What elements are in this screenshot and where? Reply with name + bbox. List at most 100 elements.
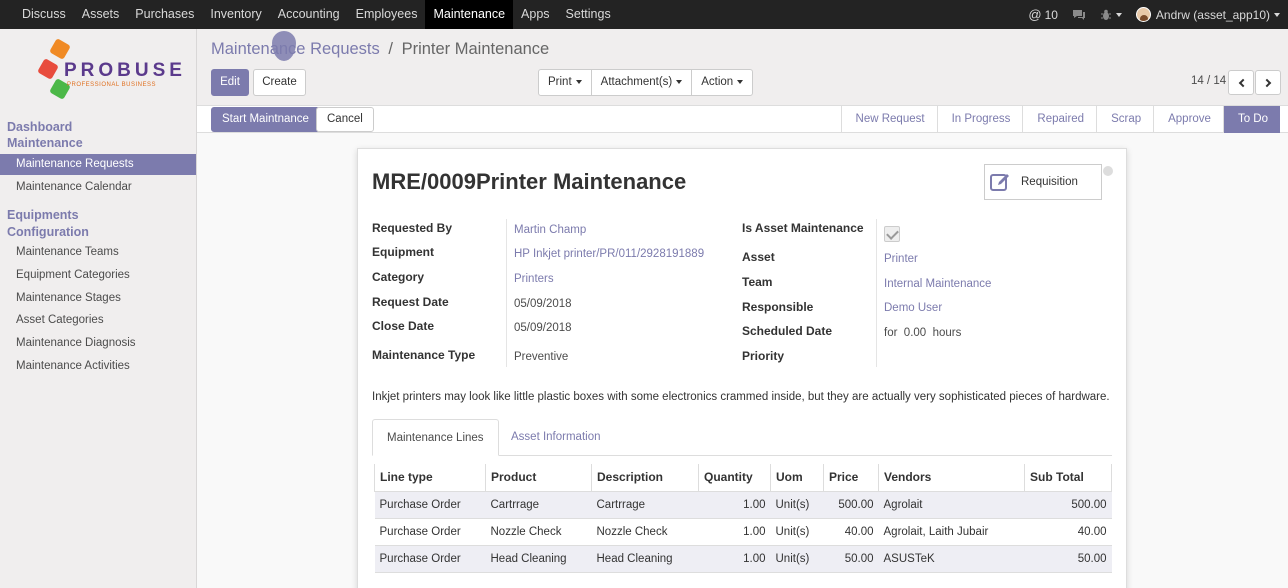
- cell-product: Nozzle Check: [485, 518, 592, 546]
- column-header[interactable]: Price: [823, 464, 879, 492]
- sidebar: PROBUSE PROFESSIONAL BUSINESS Dashboard …: [0, 29, 197, 588]
- form-sheet: MRE/0009Printer Maintenance Requisition …: [357, 148, 1127, 588]
- menu-maintenance[interactable]: Maintenance: [425, 0, 514, 29]
- menu-discuss[interactable]: Discuss: [14, 0, 74, 29]
- sidebar-item-asset-categories[interactable]: Asset Categories: [0, 310, 196, 331]
- menu-apps[interactable]: Apps: [513, 0, 558, 29]
- tab-asset-information[interactable]: Asset Information: [497, 419, 614, 456]
- action-label: Action: [701, 76, 734, 88]
- field-asset[interactable]: Printer: [884, 253, 918, 265]
- tab-maintenance-lines[interactable]: Maintenance Lines: [372, 419, 499, 456]
- chevron-right-icon: [1262, 78, 1271, 87]
- menu-accounting[interactable]: Accounting: [270, 0, 348, 29]
- cell-quantity: 1.00: [698, 545, 771, 573]
- sidebar-item-maintenance-teams[interactable]: Maintenance Teams: [0, 242, 196, 263]
- mentions-button[interactable]: @ 10: [1028, 7, 1058, 22]
- debug-button[interactable]: [1100, 9, 1122, 21]
- request-description: Inkjet printers may look like little pla…: [372, 391, 1110, 403]
- table-row[interactable]: Purchase Order Cartrrage Cartrrage 1.00 …: [374, 491, 1112, 519]
- stage-to-do[interactable]: To Do: [1222, 106, 1280, 133]
- menu-assets[interactable]: Assets: [74, 0, 128, 29]
- label-close-date: Close Date: [372, 319, 435, 333]
- cancel-button[interactable]: Cancel: [316, 107, 374, 132]
- sidebar-item-maintenance-calendar[interactable]: Maintenance Calendar: [0, 177, 196, 198]
- column-header[interactable]: Vendors: [878, 464, 1025, 492]
- form-statusbar: Start Maintnance Cancel New Request In P…: [197, 105, 1288, 133]
- action-dropdown[interactable]: Action: [692, 70, 752, 95]
- cell-quantity: 1.00: [698, 518, 771, 546]
- column-header[interactable]: Description: [591, 464, 699, 492]
- cell-vendors: ASUSTeK: [878, 545, 1025, 573]
- column-header[interactable]: Line type: [374, 464, 486, 492]
- chevron-left-icon: [1238, 78, 1247, 87]
- edit-icon: [990, 174, 1009, 191]
- cell-price: 40.00: [823, 518, 879, 546]
- sidebar-item-equipment-categories[interactable]: Equipment Categories: [0, 265, 196, 286]
- label-equipment: Equipment: [372, 245, 434, 259]
- label-team: Team: [742, 275, 773, 289]
- column-header[interactable]: Uom: [770, 464, 824, 492]
- chevron-down-icon: [676, 79, 683, 84]
- menu-settings[interactable]: Settings: [558, 0, 619, 29]
- requisition-label: Requisition: [1021, 176, 1078, 188]
- field-request-date: 05/09/2018: [514, 298, 572, 310]
- column-header[interactable]: Quantity: [698, 464, 771, 492]
- cell-price: 50.00: [823, 545, 879, 573]
- sidebar-item-maintenance-requests[interactable]: Maintenance Requests: [0, 154, 196, 175]
- edit-button[interactable]: Edit: [211, 69, 249, 96]
- avatar: [1135, 7, 1151, 22]
- sidebar-item-maintenance-diagnosis[interactable]: Maintenance Diagnosis: [0, 333, 196, 354]
- user-menu[interactable]: Andrw (asset_app10): [1135, 7, 1280, 22]
- cell-product: Cartrrage: [485, 491, 592, 519]
- label-priority: Priority: [742, 349, 785, 363]
- stage-scrap[interactable]: Scrap: [1096, 106, 1153, 133]
- menu-inventory[interactable]: Inventory: [202, 0, 269, 29]
- column-header[interactable]: Product: [485, 464, 592, 492]
- record-title: MRE/0009Printer Maintenance: [372, 169, 687, 194]
- create-button[interactable]: Create: [253, 69, 306, 96]
- stage-approve[interactable]: Approve: [1153, 106, 1223, 133]
- field-team[interactable]: Internal Maintenance: [884, 278, 991, 290]
- table-row[interactable]: Purchase Order Head Cleaning Head Cleani…: [374, 545, 1112, 573]
- field-scheduled-duration: for 0.00 hours: [884, 327, 962, 339]
- menu-employees[interactable]: Employees: [348, 0, 426, 29]
- attachments-dropdown[interactable]: Attachment(s): [592, 70, 693, 95]
- pager-value[interactable]: 14 / 14: [1191, 75, 1226, 87]
- pager-next-button[interactable]: [1255, 70, 1281, 95]
- field-equipment[interactable]: HP Inkjet printer/PR/011/2928191889: [514, 248, 704, 260]
- field-category[interactable]: Printers: [514, 273, 554, 285]
- breadcrumb-separator: /: [388, 40, 393, 58]
- field-requested-by[interactable]: Martin Champ: [514, 224, 586, 236]
- company-logo: PROBUSE PROFESSIONAL BUSINESS: [37, 38, 182, 107]
- table-row[interactable]: Purchase Order Nozzle Check Nozzle Check…: [374, 518, 1112, 546]
- chevron-down-icon: [575, 79, 582, 84]
- chat-button[interactable]: [1072, 9, 1086, 21]
- chevron-down-icon: [1115, 12, 1122, 17]
- sidebar-section-equipments[interactable]: Equipments: [7, 207, 79, 223]
- sidebar-section-configuration[interactable]: Configuration: [7, 224, 89, 240]
- stage-new-request[interactable]: New Request: [840, 106, 937, 133]
- label-maintenance-type: Maintenance Type: [372, 348, 476, 362]
- label-responsible: Responsible: [742, 300, 814, 314]
- app-menu: Discuss Assets Purchases Inventory Accou…: [14, 0, 619, 29]
- stage-in-progress[interactable]: In Progress: [936, 106, 1023, 133]
- column-header[interactable]: Sub Total: [1024, 464, 1112, 492]
- cell-product: Head Cleaning: [485, 545, 592, 573]
- menu-purchases[interactable]: Purchases: [127, 0, 202, 29]
- sidebar-section-dashboard[interactable]: Dashboard: [7, 119, 72, 135]
- requisition-button[interactable]: Requisition: [984, 164, 1102, 200]
- pager-previous-button[interactable]: [1228, 70, 1254, 95]
- sidebar-item-maintenance-stages[interactable]: Maintenance Stages: [0, 288, 196, 309]
- label-request-date: Request Date: [372, 295, 449, 309]
- stage-repaired[interactable]: Repaired: [1022, 106, 1096, 133]
- field-responsible[interactable]: Demo User: [884, 302, 942, 314]
- label-requested-by: Requested By: [372, 221, 453, 235]
- user-name: Andrw (asset_app10): [1155, 7, 1270, 22]
- status-dot: [1103, 166, 1113, 176]
- start-maintenance-button[interactable]: Start Maintnance: [211, 107, 320, 132]
- sidebar-section-maintenance[interactable]: Maintenance: [7, 135, 83, 151]
- sidebar-actions: Print Attachment(s) Action: [538, 69, 754, 96]
- cell-uom: Unit(s): [770, 491, 824, 519]
- sidebar-item-maintenance-activities[interactable]: Maintenance Activities: [0, 356, 196, 377]
- print-dropdown[interactable]: Print: [539, 70, 592, 95]
